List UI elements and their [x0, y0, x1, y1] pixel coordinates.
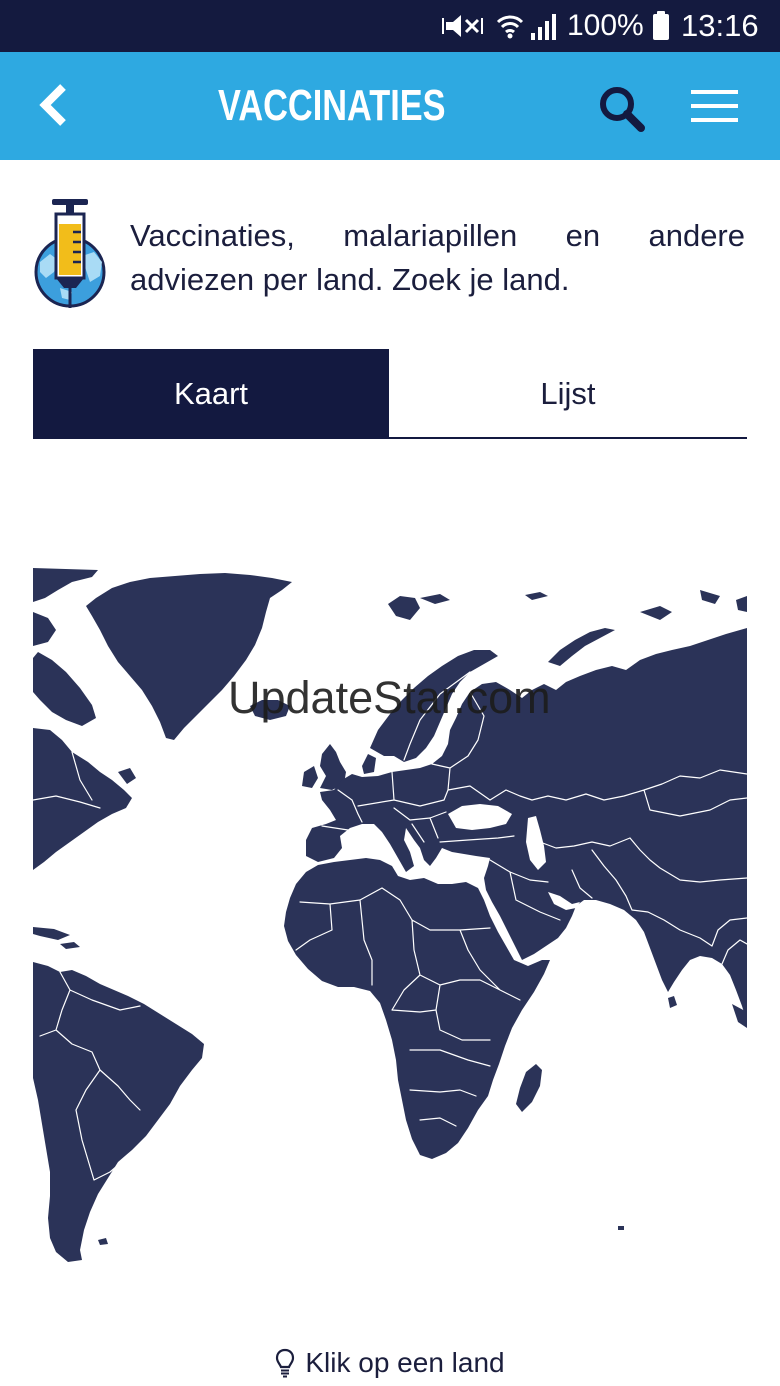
- svalbard[interactable]: [388, 592, 548, 620]
- iceland[interactable]: [250, 700, 290, 720]
- lightbulb-icon: [276, 1348, 295, 1378]
- denmark[interactable]: [362, 754, 376, 774]
- menu-bar-top: [691, 90, 738, 94]
- bulb-shape: [276, 1348, 295, 1369]
- search-handle: [623, 110, 645, 132]
- status-bar: 100% 13:16: [0, 0, 780, 52]
- tab-lijst[interactable]: Lijst: [389, 349, 747, 439]
- southeast-asia-islands[interactable]: [618, 1004, 747, 1230]
- page-title: VACCINATIES: [218, 81, 446, 130]
- map-hint: Klik op een land: [0, 1344, 780, 1382]
- battery-icon: [653, 14, 669, 40]
- hint-text: Klik op een land: [305, 1347, 505, 1378]
- menu-bar-bottom: [691, 118, 738, 122]
- wifi-icon: [496, 15, 524, 39]
- battery-percentage: 100%: [567, 9, 644, 42]
- sri-lanka[interactable]: [668, 996, 677, 1008]
- app-bar: VACCINATIES: [0, 52, 780, 160]
- mute-cross: [464, 18, 480, 34]
- world-map[interactable]: [33, 560, 747, 1270]
- signal-bar-4: [552, 14, 556, 40]
- signal-icon: [531, 14, 556, 40]
- south-america[interactable]: [33, 962, 204, 1262]
- baffin-island[interactable]: [33, 652, 96, 726]
- wifi-arcs: [496, 15, 524, 34]
- intro-text: Vaccinaties, malariapillen en andere adv…: [130, 218, 745, 297]
- madagascar[interactable]: [516, 1064, 542, 1112]
- clock: 13:16: [681, 8, 759, 43]
- mute-icon: [442, 15, 483, 37]
- wifi-dot: [507, 33, 513, 39]
- speaker-shape: [446, 15, 461, 37]
- plunger-top: [52, 199, 88, 205]
- back-button[interactable]: [34, 82, 74, 128]
- chevron-left-icon: [39, 84, 66, 126]
- north-america[interactable]: [33, 728, 136, 870]
- signal-bar-1: [531, 33, 535, 40]
- view-tabs: Kaart Lijst: [33, 349, 747, 439]
- search-button[interactable]: [596, 84, 648, 134]
- ireland[interactable]: [302, 766, 318, 788]
- syringe-globe-icon: [34, 199, 106, 308]
- novaya-zemlya[interactable]: [548, 628, 615, 666]
- bulb-base: [281, 1369, 290, 1378]
- caribbean[interactable]: [33, 927, 80, 949]
- world-map-icon[interactable]: [33, 560, 747, 1270]
- menu-bar-middle: [691, 104, 738, 108]
- search-icon: [600, 87, 645, 132]
- arctic-islands-east[interactable]: [640, 590, 747, 620]
- hamburger-menu-icon[interactable]: [688, 88, 742, 126]
- signal-bar-2: [538, 27, 542, 40]
- tab-kaart[interactable]: Kaart: [33, 349, 389, 439]
- signal-bar-3: [545, 21, 549, 40]
